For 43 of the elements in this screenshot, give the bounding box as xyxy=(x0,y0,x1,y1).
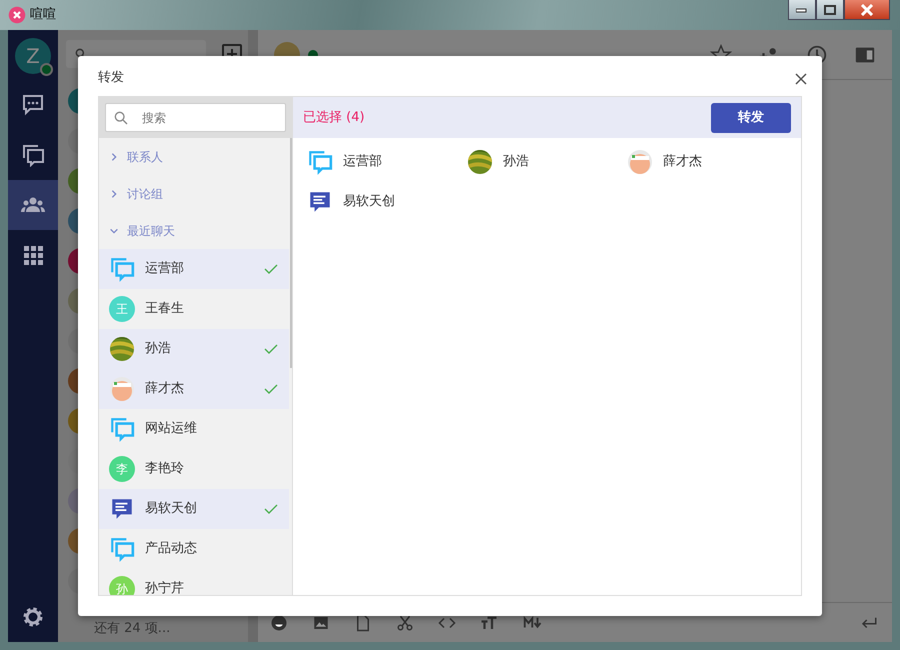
app-logo-icon xyxy=(8,6,26,24)
chevron-right-icon xyxy=(109,188,119,198)
list-item[interactable]: 运营部 xyxy=(99,249,289,289)
emoji-icon[interactable] xyxy=(270,614,288,632)
list-item[interactable]: 网站运维 xyxy=(99,409,289,449)
list-item[interactable]: 孙 孙宁芹 xyxy=(99,569,289,595)
letter-avatar: 孙 xyxy=(109,576,135,595)
list-item[interactable]: 易软天创 xyxy=(99,489,289,529)
maximize-button[interactable] xyxy=(816,0,844,20)
chosen-item-name: 孙浩 xyxy=(503,153,529,172)
chat-group-icon xyxy=(109,416,135,442)
chat-group-icon xyxy=(109,536,135,562)
list-item[interactable]: 李 李艳玲 xyxy=(99,449,289,489)
search-field[interactable]: 搜索 xyxy=(105,103,286,132)
text-size-icon[interactable] xyxy=(480,614,498,632)
chevron-right-icon xyxy=(109,152,119,162)
minimize-icon xyxy=(796,6,808,12)
forward-button[interactable]: 转发 xyxy=(711,102,791,132)
scissors-icon[interactable] xyxy=(396,614,414,632)
list-item[interactable]: 王 王春生 xyxy=(99,289,289,329)
minimize-button[interactable] xyxy=(788,0,816,20)
settings-icon[interactable] xyxy=(21,605,45,629)
dialog-title: 转发 xyxy=(98,69,124,87)
chat-group-icon xyxy=(307,149,333,175)
nav-tab[interactable] xyxy=(8,180,58,230)
file-icon[interactable] xyxy=(354,614,372,632)
close-icon xyxy=(860,4,874,16)
list-item[interactable]: 薛才杰 xyxy=(99,369,289,409)
chosen-item-name: 薛才杰 xyxy=(663,153,702,172)
maximize-icon xyxy=(824,4,836,14)
close-window-button[interactable] xyxy=(844,0,890,20)
chosen-item-name: 易软天创 xyxy=(343,193,395,212)
chat-bubbles-icon xyxy=(21,143,45,167)
list-item[interactable]: 产品动态 xyxy=(99,529,289,569)
chat-bubble-icon xyxy=(21,93,45,117)
apps-grid-icon xyxy=(21,243,45,267)
chat-group-icon xyxy=(109,256,135,282)
letter-avatar: 王 xyxy=(109,296,135,322)
window-title: 喧喧 xyxy=(30,6,56,24)
list-item[interactable]: 孙浩 xyxy=(99,329,289,369)
chosen-item-name: 运营部 xyxy=(343,153,382,172)
selected-count: 已选择 (4) xyxy=(303,108,365,127)
letter-avatar: 李 xyxy=(109,456,135,482)
